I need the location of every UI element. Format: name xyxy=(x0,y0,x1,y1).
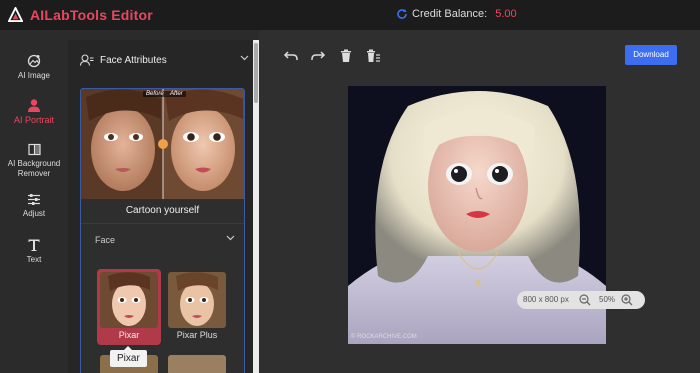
rail-label: AI Image xyxy=(17,71,50,80)
zoom-percent: 50% xyxy=(599,295,616,304)
style-option-pixar[interactable]: Pixar xyxy=(97,269,161,345)
chevron-down-icon[interactable] xyxy=(240,55,249,61)
face-attributes-header[interactable]: Face Attributes xyxy=(80,54,249,66)
style-panel: Face Attributes Before After Cartoon you… xyxy=(68,40,253,373)
credit-value: 5.00 xyxy=(495,8,517,20)
top-bar: AILabTools Editor Credit Balance: 5.00 xyxy=(0,0,700,30)
tool-rail: AI Image AI Portrait AI Background Remov… xyxy=(0,30,68,373)
rail-item-ai-background-remover[interactable]: AI Background Remover xyxy=(0,143,68,179)
credit-balance: Credit Balance: 5.00 xyxy=(396,8,517,20)
before-tag: Before xyxy=(143,91,167,97)
after-tag: After xyxy=(167,91,186,97)
face-label: Face xyxy=(95,235,116,245)
watermark: © ROCKARCHIVE.COM xyxy=(351,334,417,340)
image-size: 800 x 800 px xyxy=(523,295,569,304)
background-remover-icon xyxy=(27,143,41,156)
compare-slider-handle[interactable] xyxy=(158,139,168,149)
style-label: Pixar xyxy=(118,330,140,340)
delete-icon[interactable] xyxy=(338,48,354,64)
rail-label: Remover xyxy=(17,169,51,178)
undo-icon[interactable] xyxy=(283,48,299,64)
face-dropdown[interactable]: Face xyxy=(95,235,235,245)
zoom-in-icon[interactable] xyxy=(621,294,633,306)
cartoon-card[interactable]: Before After Cartoon yourself Face Pixar… xyxy=(80,88,245,373)
rail-label: Adjust xyxy=(22,209,46,218)
logo-icon xyxy=(8,7,23,22)
pixar-plus-thumbnail xyxy=(168,272,226,328)
style-option-pixar-plus[interactable]: Pixar Plus xyxy=(165,269,229,345)
zoom-controls: 800 x 800 px 50% xyxy=(517,291,645,309)
redo-icon[interactable] xyxy=(310,48,326,64)
rail-item-adjust[interactable]: Adjust xyxy=(0,193,68,219)
rail-label: AI Portrait xyxy=(13,115,54,125)
before-after-preview: Before After xyxy=(81,89,244,199)
chevron-down-icon xyxy=(226,235,235,241)
style-tooltip: Pixar xyxy=(110,346,147,367)
editor-app: AILabTools Editor Credit Balance: 5.00 A… xyxy=(0,0,700,373)
section-title: Face Attributes xyxy=(100,54,167,66)
ai-image-icon xyxy=(27,54,41,68)
rail-item-ai-image[interactable]: AI Image xyxy=(0,54,68,81)
zoom-out-icon[interactable] xyxy=(579,294,591,306)
rail-label: AI Background xyxy=(7,159,61,168)
style-label: Pixar Plus xyxy=(176,330,218,340)
rail-item-text[interactable]: Text xyxy=(0,238,68,265)
face-attributes-icon xyxy=(80,54,94,66)
canvas-workspace: Download © ROCKARCHIVE.COM xyxy=(259,30,700,373)
divider xyxy=(81,223,244,224)
pixar-thumbnail xyxy=(100,272,158,328)
app-title: AILabTools Editor xyxy=(30,7,153,23)
text-icon xyxy=(28,239,40,251)
style-option-peek[interactable] xyxy=(168,355,226,373)
rail-item-ai-portrait[interactable]: AI Portrait xyxy=(0,98,68,125)
rail-label: Text xyxy=(26,255,42,264)
card-caption: Cartoon yourself xyxy=(125,205,200,216)
refresh-icon[interactable] xyxy=(396,8,408,20)
sliders-icon xyxy=(28,194,40,205)
scrollbar-thumb[interactable] xyxy=(254,43,258,103)
portrait-icon xyxy=(28,99,40,112)
clear-all-icon[interactable] xyxy=(365,48,381,64)
download-button[interactable]: Download xyxy=(625,45,677,65)
credit-label: Credit Balance: xyxy=(412,8,488,20)
